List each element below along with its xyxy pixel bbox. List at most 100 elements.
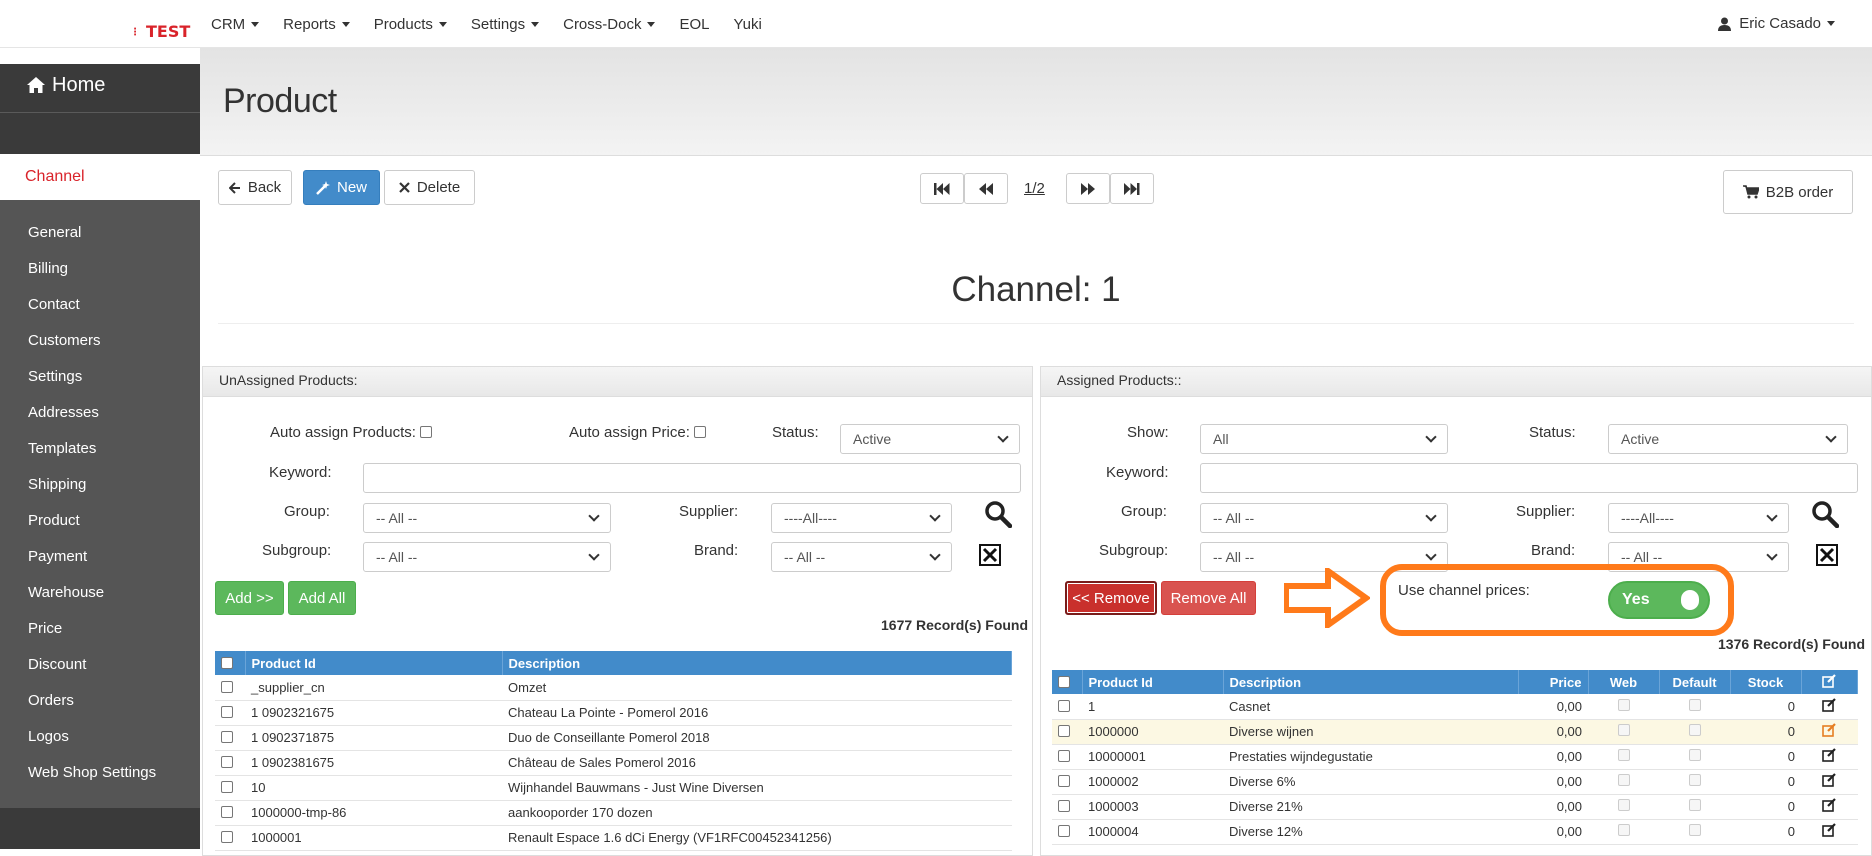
row-checkbox[interactable] [221,756,233,768]
remove-button[interactable]: << Remove [1065,581,1157,615]
assigned-supplier-select[interactable]: ----All---- [1608,503,1789,533]
sidebar-item-contact[interactable]: Contact [0,286,200,322]
row-checkbox[interactable] [221,680,233,693]
table-row[interactable]: 1 0902321675 Chateau La Pointe - Pomerol … [215,700,1012,726]
row-checkbox[interactable] [221,731,233,743]
add-button[interactable]: Add >> [215,581,284,615]
sidebar-item-payment[interactable]: Payment [0,538,200,574]
edit-icon[interactable] [1822,798,1837,812]
table-row[interactable]: 1000000 Diverse wijnen 0,00 0 [1052,719,1858,745]
sidebar-item-general[interactable]: General [0,214,200,250]
cell-price: 0,00 [1518,719,1588,745]
previous-page-button[interactable] [964,173,1008,204]
table-row[interactable]: 1000001 Renault Espace 1.6 dCi Energy (VF… [215,825,1012,851]
last-page-button[interactable] [1110,173,1154,204]
back-button[interactable]: Back [218,170,292,205]
assigned-keyword-input[interactable] [1200,463,1858,493]
table-row[interactable]: _supplier_cn Omzet [215,675,1012,701]
edit-icon[interactable] [1822,823,1837,837]
sidebar-item-channel[interactable]: Channel [0,154,200,200]
assigned-show-select[interactable]: All [1200,424,1448,454]
unassigned-status-select[interactable]: Active [840,424,1020,454]
sidebar-item-billing[interactable]: Billing [0,250,200,286]
row-checkbox[interactable] [1058,699,1070,712]
row-checkbox[interactable] [1058,750,1070,762]
row-checkbox[interactable] [221,706,233,718]
edit-icon[interactable] [1822,723,1837,737]
search-icon[interactable] [1811,500,1839,528]
select-all-checkbox[interactable] [1058,675,1070,688]
next-page-button[interactable] [1066,173,1110,204]
b2b-order-button[interactable]: B2B order [1723,170,1853,214]
sidebar-item-logos[interactable]: Logos [0,718,200,754]
cell-web [1588,794,1659,820]
unassigned-brand-select[interactable]: -- All -- [771,542,952,572]
sidebar-item-product[interactable]: Product [0,502,200,538]
row-checkbox[interactable] [221,831,233,843]
sidebar-item-addresses[interactable]: Addresses [0,394,200,430]
user-menu[interactable]: Eric Casado [1718,15,1835,32]
table-row[interactable]: 1000003 Diverse 21% 0,00 0 [1052,794,1858,820]
select-all-checkbox[interactable] [221,656,233,669]
sidebar-item-price[interactable]: Price [0,610,200,646]
nav-cross-dock[interactable]: Cross-Dock [563,16,656,33]
new-label: New [336,179,367,196]
clear-filter-icon[interactable] [1816,544,1838,566]
auto-assign-price-checkbox[interactable] [694,426,707,438]
unassigned-supplier-select[interactable]: ----All---- [771,503,952,533]
table-row[interactable]: 10000001 Prestaties wijndegustatie 0,00 0 [1052,744,1858,770]
row-checkbox[interactable] [1058,800,1070,812]
row-checkbox[interactable] [1058,825,1070,837]
row-checkbox[interactable] [1058,775,1070,787]
edit-icon[interactable] [1822,697,1837,712]
table-row[interactable]: 1 0902371875 Duo de Conseillante Pomerol … [215,725,1012,751]
assigned-status-select[interactable]: Active [1608,424,1848,454]
add-all-button[interactable]: Add All [288,581,356,615]
edit-icon[interactable] [1822,748,1837,762]
use-channel-prices-toggle[interactable]: Yes [1608,581,1710,619]
table-row[interactable]: 10 Wijnhandel Bauwmans - Just Wine Divers… [215,775,1012,801]
unassigned-subgroup-select[interactable]: -- All -- [363,542,611,572]
row-checkbox[interactable] [1058,725,1070,737]
sidebar-item-discount[interactable]: Discount [0,646,200,682]
table-row[interactable]: 1000004 Diverse 12% 0,00 0 [1052,819,1858,845]
sidebar: Home Channel General Billing Contact Cus… [0,64,200,849]
new-button[interactable]: New [303,170,380,205]
table-row[interactable]: 1 0902381675 Château de Sales Pomerol 201… [215,750,1012,776]
auto-assign-products-checkbox[interactable] [420,426,433,438]
edit-icon[interactable] [1822,773,1837,787]
nav-settings[interactable]: Settings [471,16,540,33]
row-checkbox[interactable] [221,806,233,818]
sidebar-item-web-shop-settings[interactable]: Web Shop Settings [0,754,200,790]
nav-eol[interactable]: EOL [679,16,709,33]
nav-products[interactable]: Products [374,16,447,33]
table-row[interactable]: 1000002 Diverse 6% 0,00 0 [1052,769,1858,795]
nav-yuki[interactable]: Yuki [733,16,761,33]
select-value: All [1213,431,1229,447]
sidebar-item-settings[interactable]: Settings [0,358,200,394]
column-price: Price [1518,670,1589,694]
sidebar-home[interactable]: Home [0,64,200,112]
first-page-button[interactable] [920,173,964,204]
sidebar-item-templates[interactable]: Templates [0,430,200,466]
nav-reports[interactable]: Reports [283,16,350,33]
sidebar-item-warehouse[interactable]: Warehouse [0,574,200,610]
unassigned-group-select[interactable]: -- All -- [363,503,611,533]
row-checkbox-cell [1052,694,1082,720]
remove-all-button[interactable]: Remove All [1161,581,1256,615]
table-row[interactable]: 1 Casnet 0,00 0 [1052,694,1858,720]
sidebar-item-customers[interactable]: Customers [0,322,200,358]
nav-crm[interactable]: CRM [211,16,260,33]
clear-filter-icon[interactable] [979,544,1001,566]
row-checkbox[interactable] [221,781,233,793]
unassigned-keyword-input[interactable] [363,463,1021,493]
page-indicator[interactable]: 1/2 [1024,180,1045,197]
table-row[interactable]: 1000000-tmp-86 aankooporder 170 dozen [215,800,1012,826]
assigned-group-select[interactable]: -- All -- [1200,503,1448,533]
sidebar-item-shipping[interactable]: Shipping [0,466,200,502]
brand-logo[interactable]: ⋮ TEST [130,22,190,42]
delete-button[interactable]: Delete [384,170,475,205]
sidebar-item-orders[interactable]: Orders [0,682,200,718]
search-icon[interactable] [984,500,1012,528]
assigned-status-label: Status: [1529,424,1576,441]
